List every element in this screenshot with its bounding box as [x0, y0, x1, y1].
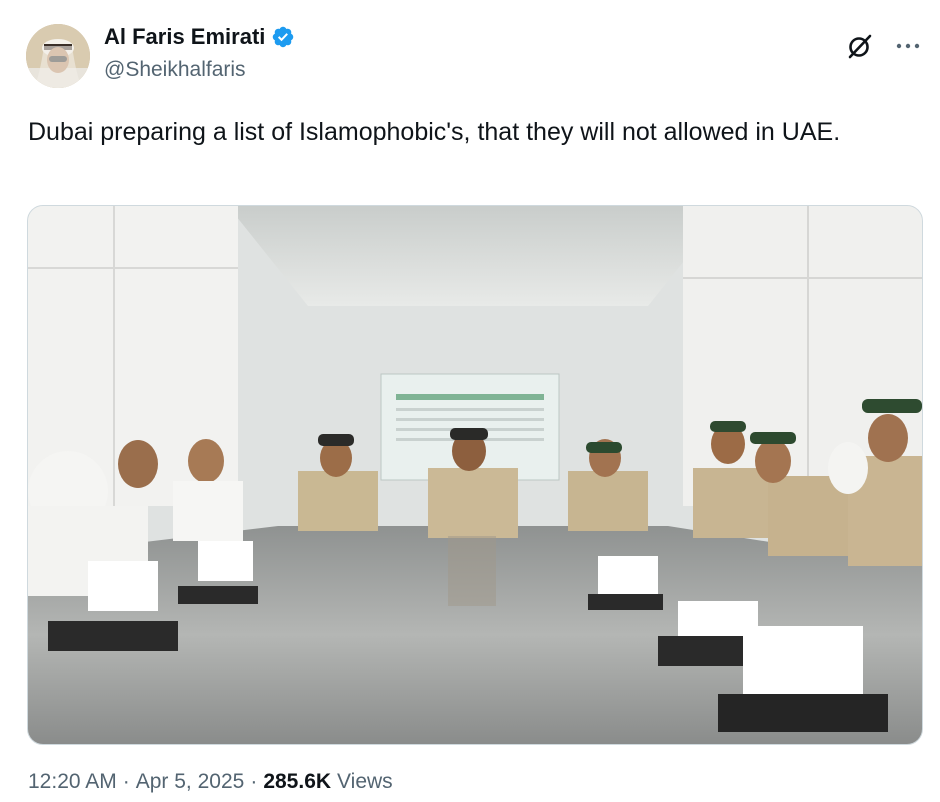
views-label: Views: [337, 770, 393, 793]
author-display-name[interactable]: Al Faris Emirati: [104, 24, 265, 50]
avatar[interactable]: [26, 24, 90, 88]
tweet-text: Dubai preparing a list of Islamophobic's…: [28, 118, 841, 146]
grok-icon[interactable]: [846, 32, 874, 60]
verified-badge-icon: [273, 26, 294, 48]
separator-dot: ·: [250, 770, 258, 793]
tweet-photo[interactable]: [27, 205, 923, 745]
tweet-date[interactable]: Apr 5, 2025: [136, 770, 245, 794]
more-icon[interactable]: [894, 32, 922, 60]
tweet-meta: 12:20 AM · Apr 5, 2025 · 285.6K Views: [28, 770, 393, 794]
tweet-time[interactable]: 12:20 AM: [28, 770, 117, 794]
meeting-room-photo: [28, 206, 922, 744]
avatar-image: [26, 24, 90, 88]
separator-dot: ·: [122, 770, 130, 793]
author-handle[interactable]: @Sheikhalfaris: [104, 58, 246, 82]
views-count: 285.6K: [263, 770, 332, 793]
